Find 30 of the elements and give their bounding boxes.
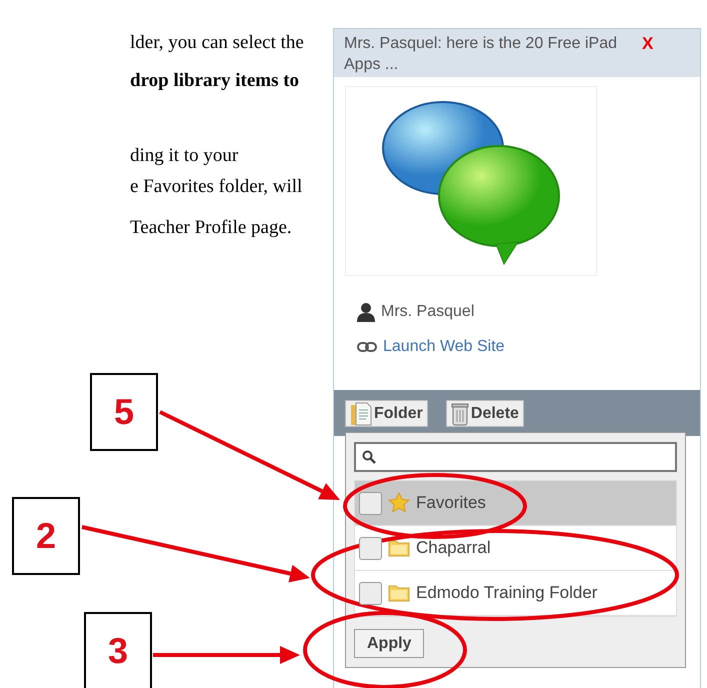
document-text: lder, you can select the	[130, 31, 304, 55]
person-icon	[357, 302, 375, 322]
folder-icon	[388, 539, 410, 558]
apply-button[interactable]: Apply	[354, 629, 424, 658]
search-field[interactable]	[354, 442, 677, 472]
link-icon	[357, 342, 377, 352]
folder-label: Chaparral	[416, 538, 491, 558]
folder-document-icon	[350, 402, 372, 426]
folder-label: Favorites	[416, 493, 486, 514]
document-text: ding it to your	[130, 144, 238, 168]
star-icon	[388, 492, 410, 514]
folder-button[interactable]: Folder	[345, 400, 428, 427]
author-name: Mrs. Pasquel	[381, 303, 474, 321]
callout-number: 5	[90, 373, 158, 451]
checkbox[interactable]	[359, 492, 382, 515]
checkbox[interactable]	[359, 582, 382, 605]
search-icon	[362, 450, 376, 464]
document-text: e Favorites folder, will	[130, 175, 302, 199]
folder-list-item[interactable]: Favorites	[355, 481, 676, 526]
callout-number: 3	[84, 612, 152, 688]
trash-icon	[450, 402, 469, 426]
panel-title: Mrs. Pasquel: here is the 20 Free iPad Apps ...	[344, 34, 618, 73]
document-text: Teacher Profile page.	[130, 216, 292, 240]
checkbox[interactable]	[359, 536, 382, 560]
launch-web-site-link[interactable]: Launch Web Site	[383, 338, 505, 356]
folder-label: Edmodo Training Folder	[416, 583, 598, 604]
callout-number: 2	[12, 497, 80, 575]
document-text: drop library items to	[130, 69, 300, 93]
folder-icon	[388, 584, 410, 602]
delete-button[interactable]: Delete	[446, 400, 524, 427]
